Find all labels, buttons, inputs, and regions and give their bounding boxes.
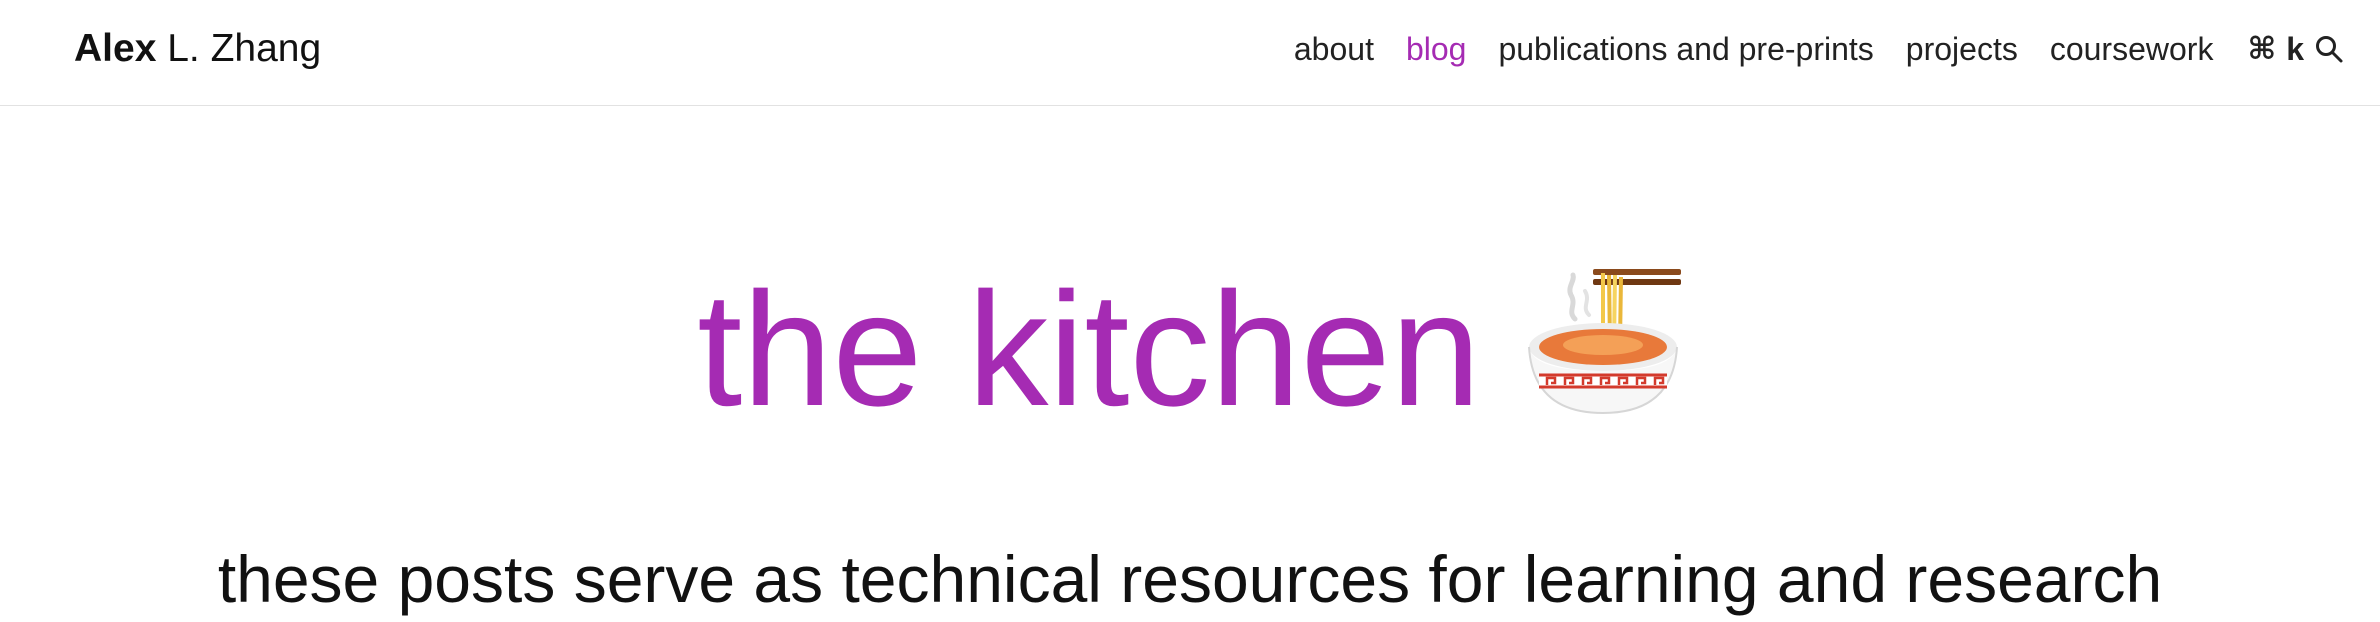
page-title: the kitchen: [0, 250, 2380, 450]
page-subtitle: these posts serve as technical resources…: [217, 542, 2163, 616]
hero: the kitchen: [0, 250, 2380, 450]
search-shortcut-button[interactable]: ⌘ k: [2247, 31, 2344, 68]
page-title-text: the kitchen: [697, 259, 1481, 440]
ramen-bowl-icon: [1527, 269, 1681, 415]
nav-about[interactable]: about: [1294, 24, 1374, 74]
site-brand[interactable]: Alex L. Zhang: [74, 24, 321, 74]
nav-projects[interactable]: projects: [1906, 24, 2018, 74]
nav-publications[interactable]: publications and pre-prints: [1498, 24, 1873, 74]
brand-first-name: Alex: [74, 27, 157, 70]
command-key-icon: ⌘: [2247, 31, 2277, 67]
main-nav: about blog publications and pre-prints p…: [1262, 24, 2344, 74]
shortcut-key-label: k: [2286, 30, 2304, 67]
brand-rest-name: L. Zhang: [156, 27, 322, 70]
nav-blog[interactable]: blog: [1406, 24, 1467, 74]
search-icon: [2316, 36, 2343, 63]
nav-coursework[interactable]: coursework: [2050, 24, 2214, 74]
navbar: Alex L. Zhang about blog publications an…: [0, 0, 2380, 106]
